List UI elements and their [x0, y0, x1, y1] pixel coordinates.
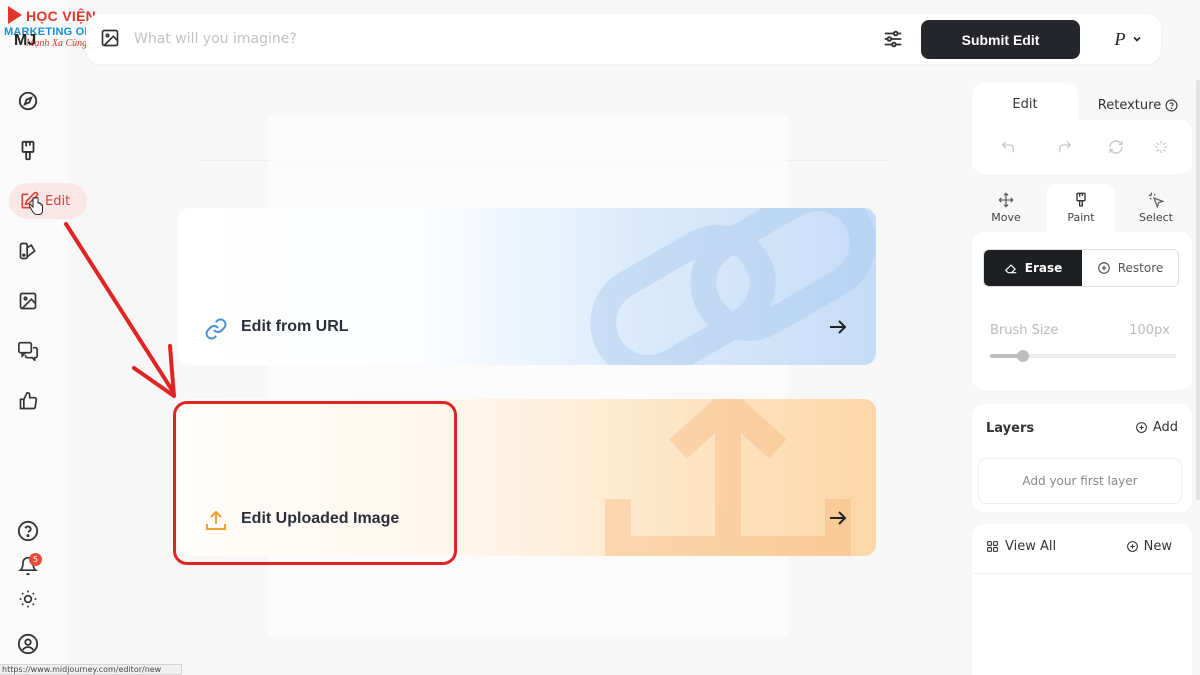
tool-select-label: Select [1139, 211, 1173, 224]
profile-letter: P [1114, 28, 1126, 49]
erase-restore-toggle: Erase Restore [983, 249, 1179, 287]
link-icon [205, 318, 227, 340]
plus-circle-icon [1097, 262, 1110, 274]
brush-size-label: Brush Size [990, 323, 1059, 338]
reset-icon[interactable] [1108, 139, 1124, 155]
status-url: https://www.midjourney.com/editor/new [0, 664, 182, 675]
link-decoration-icon [590, 208, 876, 365]
settings-sliders-icon[interactable] [882, 28, 904, 50]
help-icon[interactable] [1165, 99, 1178, 112]
history-panel [972, 120, 1192, 174]
images-panel: View All New [972, 524, 1192, 675]
select-icon [1148, 192, 1164, 208]
erase-label: Erase [1024, 261, 1063, 275]
tool-paint[interactable]: Paint [1047, 184, 1115, 232]
submit-edit-button[interactable]: Submit Edit [921, 20, 1080, 59]
tab-retexture[interactable]: Retexture [1083, 90, 1193, 120]
view-all-button[interactable]: View All [986, 539, 1056, 554]
clear-icon[interactable] [1153, 139, 1169, 155]
help-icon[interactable] [16, 519, 40, 543]
tool-move-label: Move [991, 211, 1021, 224]
add-layer-label: Add [1152, 420, 1178, 435]
redo-icon[interactable] [1057, 139, 1073, 155]
grid-icon [987, 541, 998, 552]
app-logo[interactable]: MJ [14, 32, 36, 50]
chat-icon[interactable] [16, 339, 40, 363]
undo-icon[interactable] [1000, 139, 1016, 155]
sun-icon[interactable] [16, 587, 40, 611]
erase-button[interactable]: Erase [984, 250, 1082, 286]
thumbs-up-icon[interactable] [16, 389, 40, 413]
eraser-icon [1004, 264, 1016, 274]
tool-selector: Move Paint Select [972, 184, 1192, 234]
arrow-right-icon [830, 320, 847, 334]
profile-menu-button[interactable]: P [1097, 14, 1159, 64]
move-icon [998, 192, 1014, 208]
paint-options-panel: Erase Restore Brush Size 100px [972, 232, 1192, 390]
plus-circle-icon [1126, 541, 1138, 552]
account-icon[interactable] [16, 632, 40, 656]
brush-size-slider[interactable] [990, 350, 1176, 362]
hand-cursor-icon [29, 197, 43, 215]
brush-size-value: 100px [1129, 323, 1170, 338]
paintbrush-icon[interactable] [16, 139, 40, 163]
tool-paint-label: Paint [1067, 211, 1095, 224]
view-all-label: View All [1005, 539, 1057, 554]
tool-move[interactable]: Move [972, 184, 1040, 232]
sidebar-item-edit-label: Edit [45, 193, 71, 209]
layers-title: Layers [986, 421, 1035, 436]
image-prompt-icon[interactable] [100, 28, 120, 48]
restore-label: Restore [1117, 261, 1164, 275]
annotation-arrow-icon [64, 222, 176, 398]
upload-decoration-icon [605, 399, 851, 556]
restore-button[interactable]: Restore [1082, 250, 1178, 286]
sidebar-item-edit[interactable]: Edit [9, 183, 87, 219]
annotation-highlight-box [173, 401, 457, 565]
divider [972, 573, 1192, 574]
plus-circle-icon [1135, 422, 1147, 433]
arrow-right-icon [830, 511, 847, 525]
brush-size-slider-knob[interactable] [1017, 350, 1030, 362]
tool-select[interactable]: Select [1122, 184, 1190, 232]
new-label: New [1143, 539, 1172, 554]
paintbrush-icon [1076, 192, 1086, 207]
new-button[interactable]: New [1126, 539, 1172, 554]
edit-from-url-label: Edit from URL [241, 318, 349, 335]
scrollbar[interactable] [1196, 80, 1200, 500]
image-icon[interactable] [16, 289, 40, 313]
edit-from-url-card[interactable]: Edit from URL [178, 208, 876, 365]
notification-badge: 5 [29, 553, 42, 566]
layers-panel: Layers Add Add your first layer [972, 404, 1192, 512]
compass-icon[interactable] [16, 89, 40, 113]
logo-play-icon [8, 6, 22, 24]
add-layer-button[interactable]: Add [1135, 420, 1178, 435]
chevron-down-icon [1132, 36, 1141, 42]
prompt-input[interactable] [134, 26, 834, 52]
tab-retexture-label: Retexture [1097, 97, 1162, 113]
logo-line1: HỌC VIỆN [26, 8, 97, 24]
add-first-layer-button[interactable]: Add your first layer [978, 458, 1182, 504]
tab-edit[interactable]: Edit [972, 83, 1078, 125]
palette-icon[interactable] [16, 239, 40, 263]
